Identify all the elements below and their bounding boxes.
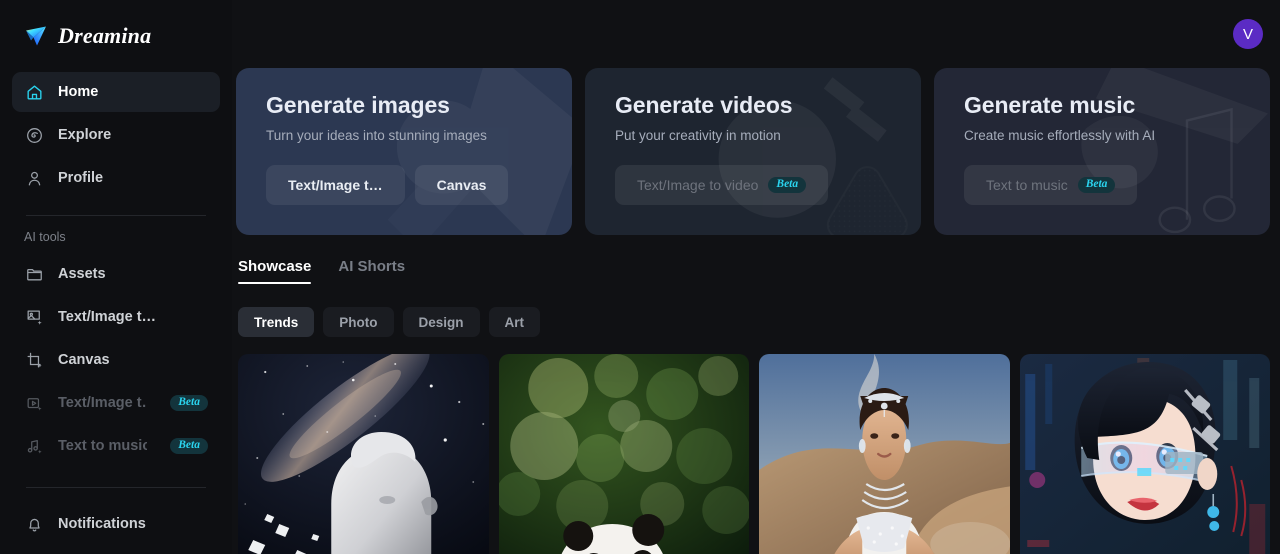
filter-chip-row: Trends Photo Design Art bbox=[232, 284, 1280, 337]
sidebar-item-label: Explore bbox=[58, 127, 112, 143]
compass-icon bbox=[24, 125, 44, 145]
sidebar-item-canvas[interactable]: Canvas bbox=[12, 340, 220, 380]
hero-card-actions: Text/Image to video Beta bbox=[615, 165, 893, 205]
hero-card-title: Generate images bbox=[266, 92, 450, 118]
bell-icon bbox=[24, 514, 44, 534]
video-spark-icon bbox=[24, 393, 44, 413]
gallery-thumbnail-desert-portrait bbox=[759, 354, 1010, 554]
filter-chip-photo[interactable]: Photo bbox=[323, 307, 394, 337]
hero-card-subtitle: Turn your ideas into stunning images bbox=[266, 128, 487, 143]
sidebar-item-assets[interactable]: Assets bbox=[12, 254, 220, 294]
sidebar-item-profile[interactable]: Profile bbox=[12, 158, 220, 198]
filter-chip-design[interactable]: Design bbox=[402, 307, 480, 337]
main-content: V Generate images Turn your ideas into s… bbox=[232, 0, 1280, 554]
sidebar-item-label: Profile bbox=[58, 170, 104, 186]
gallery-thumbnail-cyberpunk-anime bbox=[1019, 354, 1270, 554]
showcase-gallery bbox=[232, 337, 1280, 554]
sidebar-item-label: Text to music bbox=[58, 438, 148, 454]
sidebar-divider-top bbox=[26, 215, 206, 216]
beta-badge: Beta bbox=[1077, 176, 1116, 194]
tab-ai-shorts[interactable]: AI Shorts bbox=[338, 258, 405, 284]
tab-showcase[interactable]: Showcase bbox=[238, 258, 312, 284]
sidebar: Dreamina Home Explore Profile AI tools A… bbox=[0, 0, 232, 554]
top-bar: V bbox=[232, 0, 1280, 68]
text-to-music-button[interactable]: Text to music Beta bbox=[964, 165, 1138, 205]
home-icon bbox=[24, 82, 44, 102]
button-label: Text to music bbox=[986, 177, 1068, 193]
canvas-button[interactable]: Canvas bbox=[414, 165, 509, 205]
sidebar-item-text-image-to-image[interactable]: Text/Image t… bbox=[12, 297, 220, 337]
sidebar-section-label: AI tools bbox=[24, 230, 66, 244]
sidebar-item-label: Notifications bbox=[58, 516, 146, 532]
beta-badge: Beta bbox=[768, 176, 807, 194]
hero-card-title: Generate music bbox=[964, 92, 1136, 118]
hero-card-row: Generate images Turn your ideas into stu… bbox=[232, 68, 1280, 235]
sidebar-item-home[interactable]: Home bbox=[12, 72, 220, 112]
sidebar-item-explore[interactable]: Explore bbox=[12, 115, 220, 155]
sidebar-item-text-image-to-video[interactable]: Text/Image t… Beta bbox=[12, 383, 220, 423]
sidebar-item-label: Text/Image t… bbox=[58, 309, 157, 325]
app-name: Dreamina bbox=[58, 23, 152, 48]
folder-icon bbox=[24, 264, 44, 284]
beta-badge: Beta bbox=[170, 437, 208, 455]
hero-card-subtitle: Create music effortlessly with AI bbox=[964, 128, 1156, 143]
app-logo[interactable]: Dreamina bbox=[12, 0, 220, 72]
music-spark-icon bbox=[24, 436, 44, 456]
hero-card-actions: Text/Image t… Canvas bbox=[266, 165, 544, 205]
hero-card-generate-videos[interactable]: Generate videos Put your creativity in m… bbox=[585, 68, 921, 235]
filter-chip-art[interactable]: Art bbox=[488, 307, 541, 337]
dreamina-swoosh-logo-icon bbox=[24, 23, 50, 49]
gallery-card[interactable] bbox=[759, 354, 1010, 554]
hero-card-title: Generate videos bbox=[615, 92, 793, 118]
text-image-to-image-button[interactable]: Text/Image t… bbox=[266, 165, 405, 205]
image-spark-icon bbox=[24, 307, 44, 327]
sidebar-divider-bottom bbox=[26, 487, 206, 488]
gallery-thumbnail-panda-bokeh bbox=[498, 354, 749, 554]
content-tabs: Showcase AI Shorts bbox=[232, 235, 1280, 284]
dreamina-home-page: Dreamina Home Explore Profile AI tools A… bbox=[0, 0, 1280, 554]
hero-card-generate-music[interactable]: Generate music Create music effortlessly… bbox=[934, 68, 1270, 235]
gallery-card[interactable] bbox=[498, 354, 749, 554]
text-image-to-video-button[interactable]: Text/Image to video Beta bbox=[615, 165, 829, 205]
sidebar-item-notifications[interactable]: Notifications bbox=[12, 504, 220, 544]
gallery-card[interactable] bbox=[1019, 354, 1270, 554]
button-label: Text/Image to video bbox=[637, 177, 759, 193]
filter-chip-trends[interactable]: Trends bbox=[238, 307, 315, 337]
hero-card-generate-images[interactable]: Generate images Turn your ideas into stu… bbox=[236, 68, 572, 235]
avatar[interactable]: V bbox=[1233, 19, 1263, 49]
gallery-card[interactable] bbox=[238, 354, 489, 554]
sidebar-item-text-to-music[interactable]: Text to music Beta bbox=[12, 426, 220, 466]
sidebar-item-label: Canvas bbox=[58, 352, 110, 368]
hero-card-actions: Text to music Beta bbox=[964, 165, 1242, 205]
person-icon bbox=[24, 168, 44, 188]
sidebar-item-label: Text/Image t… bbox=[58, 395, 148, 411]
sidebar-item-label: Assets bbox=[58, 266, 106, 282]
beta-badge: Beta bbox=[170, 394, 208, 412]
sidebar-item-label: Home bbox=[58, 84, 99, 100]
hero-card-subtitle: Put your creativity in motion bbox=[615, 128, 781, 143]
canvas-icon bbox=[24, 350, 44, 370]
gallery-thumbnail-galaxy-bust bbox=[238, 354, 489, 554]
